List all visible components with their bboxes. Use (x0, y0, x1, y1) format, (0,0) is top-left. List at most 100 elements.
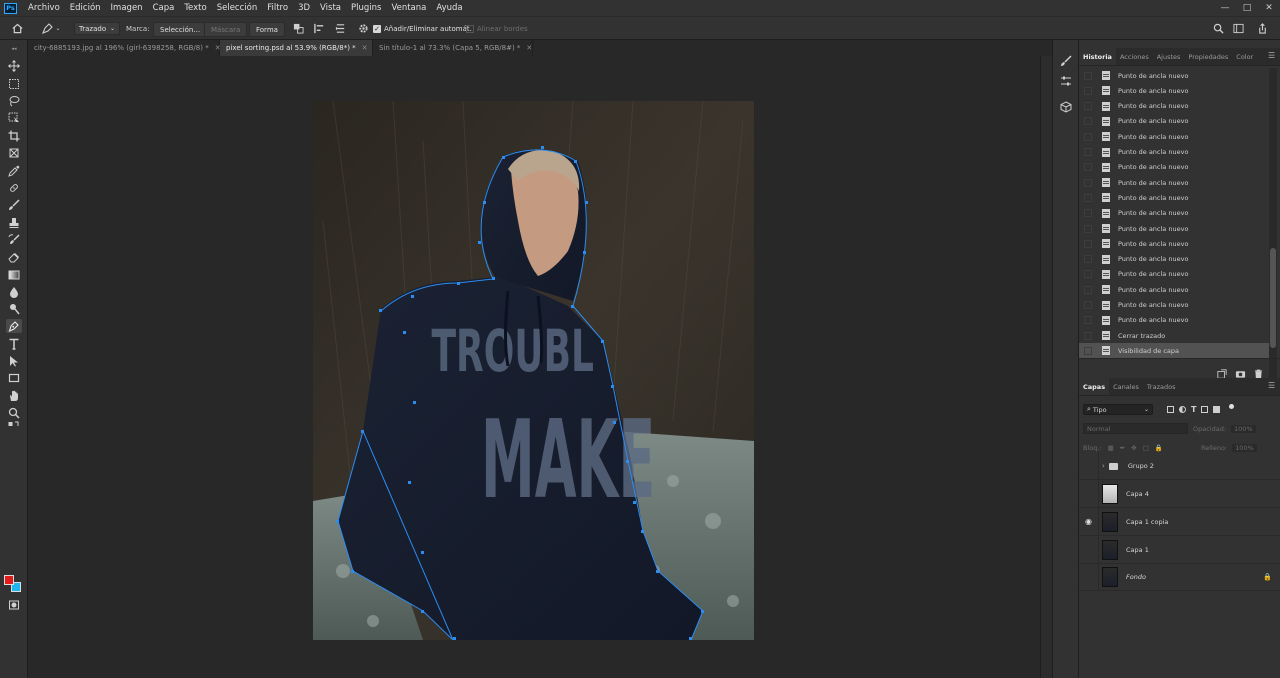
history-item[interactable]: Punto de ancla nuevo (1079, 313, 1269, 328)
toolbar-collapse-icon[interactable]: ◂◂ (6, 46, 22, 52)
fill-field[interactable]: 100% (1232, 443, 1257, 452)
path-selection-tool-icon[interactable] (6, 354, 22, 368)
menu-texto[interactable]: Texto (179, 3, 211, 13)
pixel-filter-icon[interactable] (1167, 406, 1174, 413)
history-item[interactable]: Punto de ancla nuevo (1079, 68, 1269, 83)
visibility-toggle[interactable] (1079, 452, 1099, 480)
tab-capas[interactable]: Capas (1079, 378, 1110, 395)
menu-plugins[interactable]: Plugins (346, 3, 386, 13)
menu-ventana[interactable]: Ventana (386, 3, 431, 13)
history-snapshot-checkbox[interactable] (1084, 117, 1092, 126)
history-item[interactable]: Punto de ancla nuevo (1079, 114, 1269, 129)
history-snapshot-checkbox[interactable] (1084, 71, 1092, 80)
history-snapshot-checkbox[interactable] (1084, 346, 1092, 355)
workspace-icon[interactable] (1232, 22, 1245, 35)
layer-row-grupo-2[interactable]: › Grupo 2 (1079, 452, 1280, 480)
lock-artboard-icon[interactable]: □ (1143, 444, 1149, 452)
history-snapshot-checkbox[interactable] (1084, 132, 1092, 141)
visibility-toggle[interactable]: ◉ (1079, 508, 1099, 535)
history-snapshot-checkbox[interactable] (1084, 316, 1092, 325)
history-snapshot-checkbox[interactable] (1084, 331, 1092, 340)
history-item[interactable]: Punto de ancla nuevo (1079, 298, 1269, 313)
tab-acciones[interactable]: Acciones (1116, 48, 1153, 65)
tab-pixel-sorting[interactable]: pixel sorting.psd al 53.9% (RGB/8*) * ✕ (220, 40, 373, 56)
history-item[interactable]: Punto de ancla nuevo (1079, 83, 1269, 98)
close-tab-icon[interactable]: ✕ (362, 44, 368, 52)
maximize-icon[interactable]: □ (1236, 0, 1258, 16)
rectangle-tool-icon[interactable] (6, 371, 22, 385)
tab-historia[interactable]: Historia (1079, 48, 1116, 65)
mascara-button[interactable]: Máscara (204, 22, 248, 37)
marquee-tool-icon[interactable] (6, 77, 22, 91)
zoom-tool-icon[interactable] (6, 406, 22, 420)
type-tool-icon[interactable] (6, 337, 22, 351)
menu-archivo[interactable]: Archivo (23, 3, 65, 13)
history-item[interactable]: Punto de ancla nuevo (1079, 160, 1269, 175)
history-snapshot-checkbox[interactable] (1084, 270, 1092, 279)
lasso-tool-icon[interactable] (6, 94, 22, 108)
history-item[interactable]: Cerrar trazado (1079, 328, 1269, 343)
tab-ajustes[interactable]: Ajustes (1153, 48, 1185, 65)
menu-edicion[interactable]: Edición (65, 3, 106, 13)
swap-colors-icon[interactable] (6, 421, 22, 431)
history-item[interactable]: Punto de ancla nuevo (1079, 282, 1269, 297)
history-brush-tool-icon[interactable] (6, 233, 22, 247)
menu-filtro[interactable]: Filtro (262, 3, 293, 13)
history-snapshot-checkbox[interactable] (1084, 102, 1092, 111)
tab-sin-titulo[interactable]: Sin título-1 al 73.3% (Capa 5, RGB/8#) *… (373, 40, 533, 56)
seleccion-button[interactable]: Selección... (153, 22, 208, 37)
lock-all-icon[interactable]: 🔒 (1155, 444, 1163, 452)
scroll-thumb[interactable] (1270, 248, 1276, 348)
layer-row-fondo[interactable]: Fondo 🔒 (1079, 563, 1280, 591)
align-edges-option[interactable]: Alinear bordes (466, 22, 528, 35)
move-tool-icon[interactable] (6, 59, 22, 73)
history-snapshot-checkbox[interactable] (1084, 86, 1092, 95)
menu-vista[interactable]: Vista (315, 3, 346, 13)
history-snapshot-checkbox[interactable] (1084, 163, 1092, 172)
gear-icon[interactable] (357, 22, 370, 35)
smart-object-filter-icon[interactable] (1213, 406, 1221, 413)
history-item[interactable]: Punto de ancla nuevo (1079, 99, 1269, 114)
visibility-toggle[interactable] (1079, 536, 1099, 563)
auto-add-delete-option[interactable]: ✓ Añadir/Eliminar automát. (373, 22, 472, 35)
hand-tool-icon[interactable] (6, 389, 22, 403)
history-snapshot-checkbox[interactable] (1084, 148, 1092, 156)
history-item[interactable]: Punto de ancla nuevo (1079, 206, 1269, 221)
quick-mask-icon[interactable] (6, 598, 22, 612)
close-tab-icon[interactable]: ✕ (526, 44, 532, 52)
healing-brush-tool-icon[interactable] (6, 181, 22, 195)
history-snapshot-checkbox[interactable] (1084, 193, 1092, 202)
brush-tool-icon[interactable] (6, 198, 22, 212)
layer-row-capa-1[interactable]: Capa 1 (1079, 536, 1280, 564)
object-selection-tool-icon[interactable] (6, 111, 22, 125)
panel-menu-icon[interactable]: ☰ (1268, 382, 1276, 390)
fill-control[interactable]: Relleno: 100% (1201, 442, 1257, 453)
filter-toggle-icon[interactable] (1229, 404, 1235, 409)
history-item[interactable]: Punto de ancla nuevo (1079, 252, 1269, 267)
adjustment-filter-icon[interactable] (1179, 406, 1186, 413)
menu-seleccion[interactable]: Selección (212, 3, 263, 13)
lock-pixels-icon[interactable]: ▦ (1108, 444, 1114, 452)
history-snapshot-checkbox[interactable] (1084, 301, 1092, 309)
clone-stamp-tool-icon[interactable] (6, 216, 22, 230)
lock-position-icon[interactable]: ✥ (1131, 444, 1136, 452)
checkbox-checked-icon[interactable]: ✓ (373, 24, 381, 33)
home-icon[interactable] (11, 22, 24, 35)
mode-select[interactable]: Trazado ⌄ (74, 22, 120, 35)
history-snapshot-checkbox[interactable] (1084, 209, 1092, 218)
forma-button[interactable]: Forma (249, 22, 285, 37)
blur-tool-icon[interactable] (6, 285, 22, 299)
chevron-right-icon[interactable]: › (1102, 462, 1105, 470)
menu-3d[interactable]: 3D (293, 3, 315, 13)
history-item[interactable]: Punto de ancla nuevo (1079, 267, 1269, 282)
eraser-tool-icon[interactable] (6, 250, 22, 264)
history-item[interactable]: Punto de ancla nuevo (1079, 236, 1269, 251)
layer-row-capa-4[interactable]: Capa 4 (1079, 480, 1280, 508)
history-snapshot-checkbox[interactable] (1084, 224, 1092, 233)
lock-image-icon[interactable]: ✒ (1120, 444, 1125, 452)
history-snapshot-checkbox[interactable] (1084, 255, 1092, 264)
search-icon[interactable] (1212, 22, 1225, 35)
brush-settings-icon[interactable] (1059, 54, 1073, 68)
history-item[interactable]: Punto de ancla nuevo (1079, 190, 1269, 205)
pen-tool-preset-icon[interactable]: ⌄ (40, 22, 62, 35)
